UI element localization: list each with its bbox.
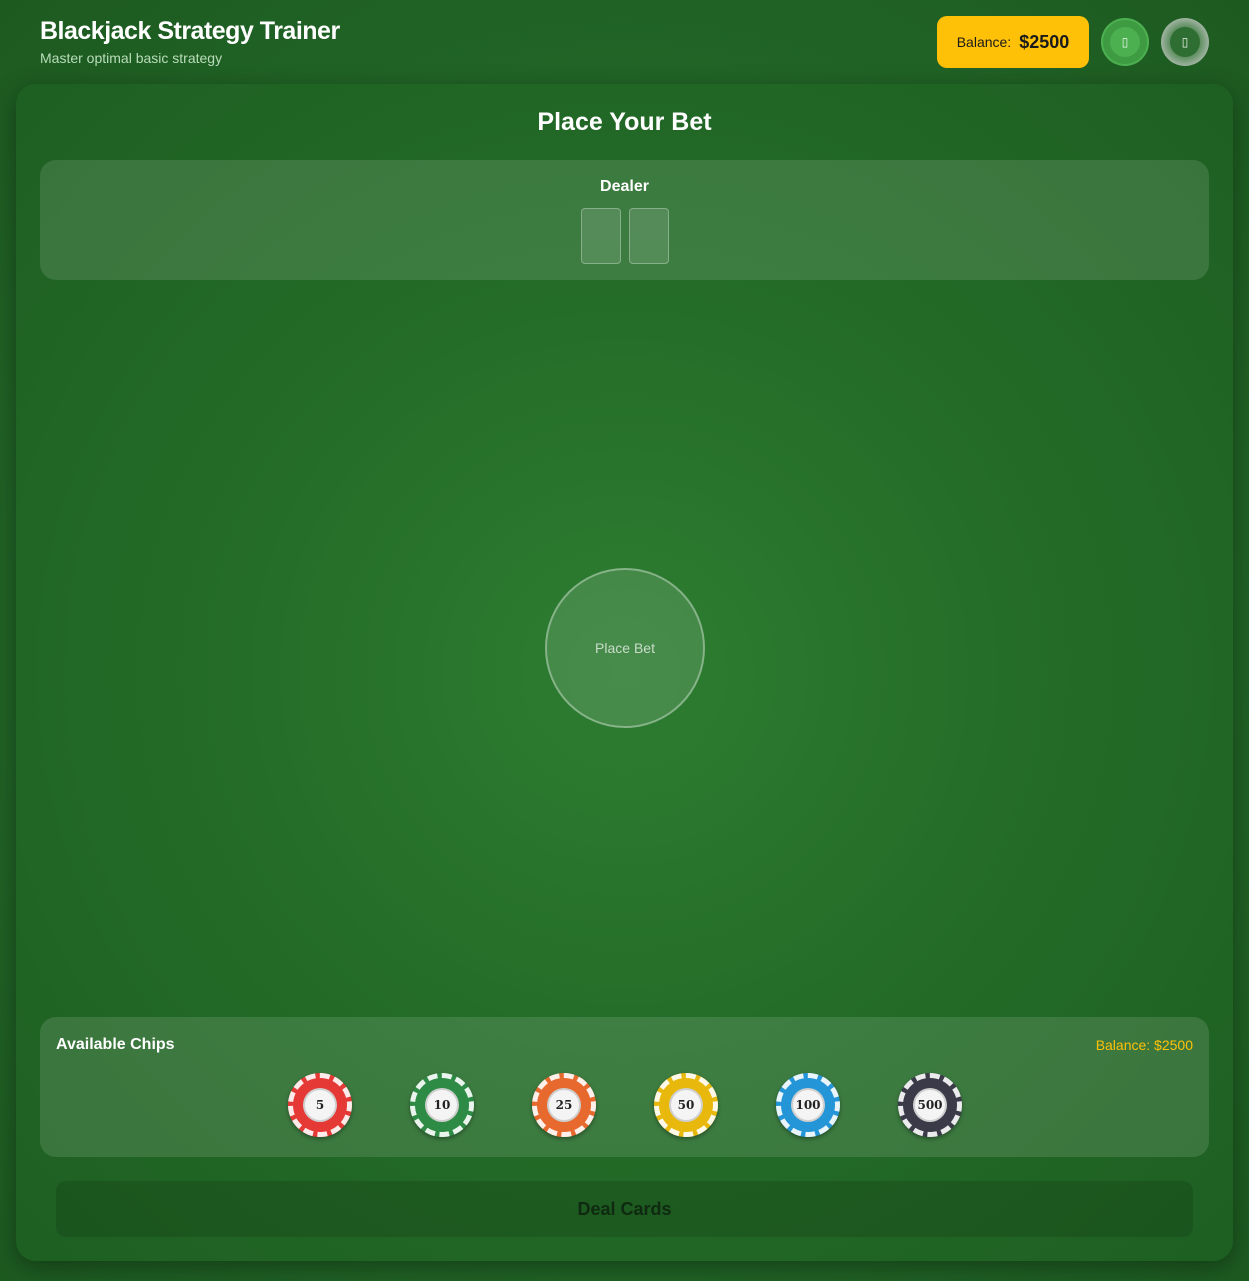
chip-25[interactable]: 25 [532, 1073, 596, 1137]
chips-balance: Balance: $2500 [1095, 1037, 1193, 1053]
phase-title: Place Your Bet [537, 108, 712, 136]
chip-50[interactable]: 50 [654, 1073, 718, 1137]
chip-value: 25 [547, 1088, 581, 1122]
dealer-card-slot [581, 208, 621, 264]
dealer-area: Dealer [40, 160, 1209, 280]
chip-10[interactable]: 10 [410, 1073, 474, 1137]
app-subtitle: Master optimal basic strategy [40, 50, 223, 66]
stats-button[interactable]: ▯ [1101, 18, 1149, 66]
bet-circle[interactable]: Place Bet [545, 568, 705, 728]
chips-area: Available Chips Balance: $2500 5 10 25 50 10… [40, 1017, 1209, 1157]
chip-100[interactable]: 100 [776, 1073, 840, 1137]
chip-value: 500 [913, 1088, 947, 1122]
chip-value: 50 [669, 1088, 703, 1122]
chip-value: 100 [791, 1088, 825, 1122]
balance-display: Balance: $2500 [937, 16, 1089, 68]
chip-500[interactable]: 500 [898, 1073, 962, 1137]
stats-icon: ▯ [1110, 27, 1140, 57]
chip-5[interactable]: 5 [288, 1073, 352, 1137]
settings-button[interactable]: ▯ [1161, 18, 1209, 66]
app-header: Blackjack Strategy Trainer Master optima… [0, 0, 1249, 84]
chip-value: 5 [303, 1088, 337, 1122]
bet-circle-label: Place Bet [595, 640, 655, 656]
settings-icon: ▯ [1170, 27, 1200, 57]
balance-value: $2500 [1019, 31, 1070, 52]
dealer-card-slot [629, 208, 669, 264]
app-title: Blackjack Strategy Trainer [40, 17, 340, 45]
chip-value: 10 [425, 1088, 459, 1122]
chips-title: Available Chips [56, 1036, 175, 1053]
blackjack-table: Place Your Bet Dealer Place Bet Availabl… [16, 84, 1233, 1261]
balance-label: Balance: [956, 34, 1012, 50]
deal-cards-button[interactable]: Deal Cards [56, 1181, 1193, 1237]
dealer-label: Dealer [600, 178, 649, 195]
